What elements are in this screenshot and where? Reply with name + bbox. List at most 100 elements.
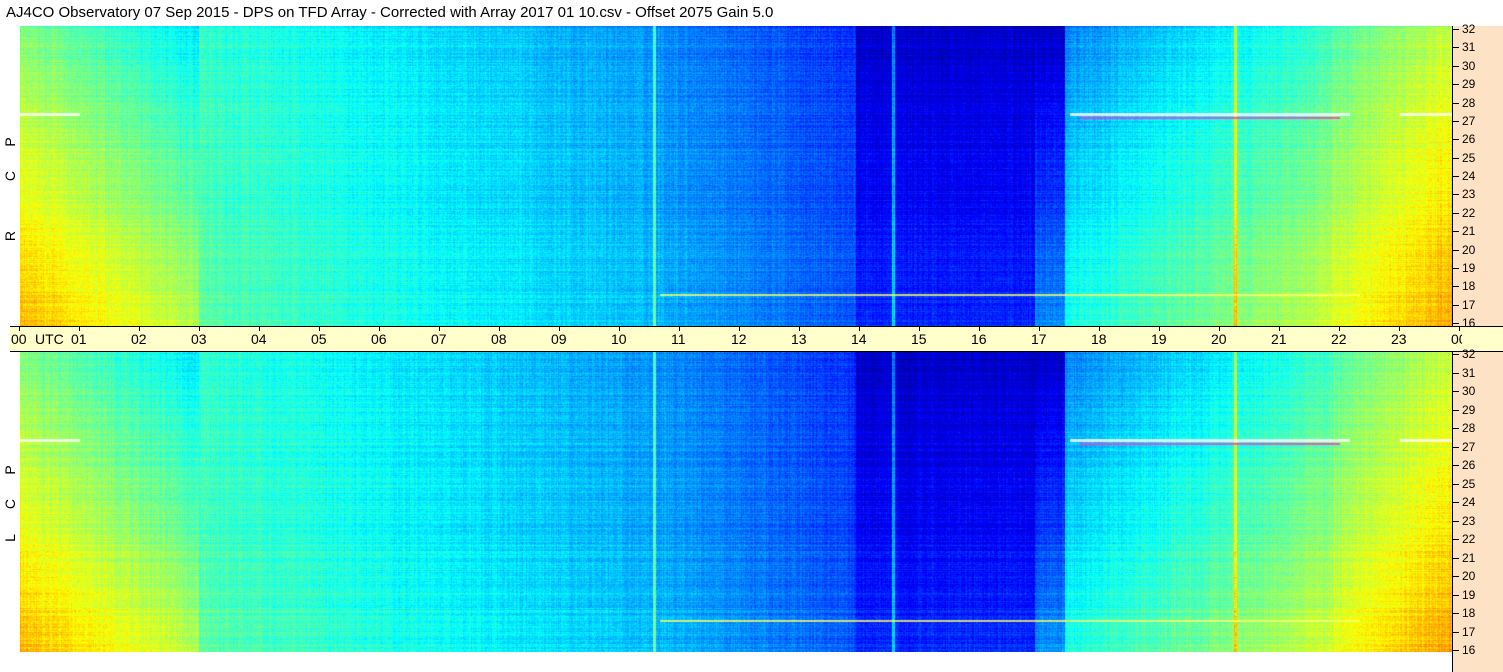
time-tick (799, 327, 800, 331)
time-tick (559, 327, 560, 331)
rcp-label: R C P (0, 26, 20, 326)
time-tick (739, 327, 740, 331)
time-tick-label: 23 (1391, 331, 1407, 347)
time-tick-label: 11 (671, 331, 686, 347)
freq-tick (1452, 66, 1459, 67)
freq-tick (1452, 158, 1459, 159)
freq-tick (1452, 250, 1459, 251)
time-tick (619, 327, 620, 331)
freq-tick-label: 26 (1462, 132, 1476, 146)
time-axis: 00 UTC 01 02 03 04 05 06 07 08 09 10 11 12 13 14 15 16 17 1… (10, 326, 1500, 352)
rcp-letter-c: C (2, 170, 18, 182)
freq-tick-label: 29 (1462, 77, 1476, 91)
time-tick (319, 327, 320, 331)
time-tick-label: UTC (35, 331, 64, 347)
lcp-letter-c: C (2, 498, 18, 510)
freq-tick-label: 25 (1462, 477, 1476, 491)
freq-tick-label: 31 (1462, 40, 1476, 54)
time-tick-label: 06 (371, 331, 387, 347)
time-tick (259, 327, 260, 331)
freq-tick-label: 26 (1462, 458, 1476, 472)
freq-tick (1452, 613, 1459, 614)
time-tick (1279, 327, 1280, 331)
time-tick (1459, 327, 1460, 331)
time-tick-label: 02 (131, 331, 147, 347)
freq-tick-label: 22 (1462, 206, 1476, 220)
freq-tick (1452, 373, 1459, 374)
time-tick (1099, 327, 1100, 331)
freq-tick (1452, 595, 1459, 596)
time-tick-label: 07 (431, 331, 447, 347)
freq-tick-label: 31 (1462, 366, 1476, 380)
freq-tick (1452, 484, 1459, 485)
time-tick (919, 327, 920, 331)
freq-tick-label: 20 (1462, 243, 1476, 257)
freq-tick-label: 19 (1462, 261, 1476, 275)
time-tick-label: 17 (1031, 331, 1047, 347)
plot-title: AJ4CO Observatory 07 Sep 2015 - DPS on T… (0, 0, 1462, 26)
time-tick-label: 16 (971, 331, 987, 347)
time-tick-label: 00 (11, 331, 27, 347)
freq-tick (1452, 650, 1459, 651)
freq-tick (1452, 502, 1459, 503)
time-tick-label: 18 (1091, 331, 1107, 347)
freq-tick-label: 23 (1462, 187, 1476, 201)
spectrogram-rcp (20, 26, 1452, 326)
freq-tick (1452, 465, 1459, 466)
freq-tick (1452, 121, 1459, 122)
freq-tick (1452, 410, 1459, 411)
time-tick (139, 327, 140, 331)
freq-tick (1452, 84, 1459, 85)
freq-tick-label: 19 (1462, 588, 1476, 602)
freq-tick-label: 25 (1462, 151, 1476, 165)
freq-tick-label: 18 (1462, 606, 1476, 620)
time-tick-label: 14 (851, 331, 867, 347)
spectrogram-lcp (20, 352, 1452, 652)
freq-tick (1452, 539, 1459, 540)
freq-tick (1452, 268, 1459, 269)
time-tick-label: 21 (1271, 331, 1287, 347)
freq-tick-label: 29 (1462, 403, 1476, 417)
time-tick (199, 327, 200, 331)
freq-tick (1452, 428, 1459, 429)
freq-tick-label: 27 (1462, 114, 1476, 128)
freq-tick-label: 23 (1462, 514, 1476, 528)
freq-tick (1452, 447, 1459, 448)
freq-tick (1452, 305, 1459, 306)
freq-tick-label: 27 (1462, 440, 1476, 454)
freq-tick-label: 20 (1462, 569, 1476, 583)
time-tick-label: 08 (491, 331, 507, 347)
time-tick-label: 10 (611, 331, 627, 347)
freq-tick (1452, 139, 1459, 140)
freq-tick-label: 17 (1462, 298, 1476, 312)
freq-tick (1452, 558, 1459, 559)
time-tick-label: 09 (551, 331, 567, 347)
freq-tick-label: 24 (1462, 495, 1476, 509)
time-tick (499, 327, 500, 331)
freq-tick (1452, 194, 1459, 195)
freq-tick-label: 21 (1462, 551, 1476, 565)
rcp-letter-r: R (2, 230, 18, 242)
freq-tick-label: 30 (1462, 59, 1476, 73)
freq-tick-label: 30 (1462, 384, 1476, 398)
freq-tick-label: 32 (1462, 347, 1476, 361)
freq-tick-label: 18 (1462, 279, 1476, 293)
time-tick (379, 327, 380, 331)
freq-tick (1452, 231, 1459, 232)
freq-tick (1452, 103, 1459, 104)
time-tick (1039, 327, 1040, 331)
time-tick (439, 327, 440, 331)
frequency-axis-bottom: 32 31 30 29 28 27 26 25 24 23 22 21 20 19 18 17 16 (1452, 348, 1503, 672)
frequency-axis-rule (1452, 352, 1453, 672)
freq-tick-label: 21 (1462, 224, 1476, 238)
rcp-letter-p: P (2, 137, 18, 147)
time-tick (79, 327, 80, 331)
time-tick (19, 327, 20, 331)
freq-tick (1452, 576, 1459, 577)
time-tick-label: 13 (791, 331, 807, 347)
time-tick (1219, 327, 1220, 331)
freq-tick-label: 17 (1462, 625, 1476, 639)
freq-tick (1452, 323, 1459, 324)
freq-tick (1452, 391, 1459, 392)
freq-tick (1452, 29, 1459, 30)
